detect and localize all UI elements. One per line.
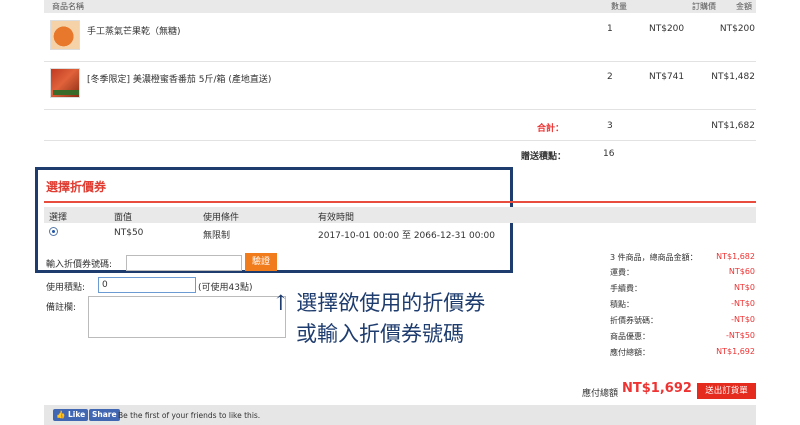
total-label: 合計：: [537, 124, 565, 134]
summary-label-shipping: 運費：: [610, 268, 634, 277]
summary-value-payable: NT$1,692: [716, 347, 755, 356]
coupon-section-title: 選擇折價券: [46, 180, 107, 194]
coupon-header-condition: 使用條件: [203, 213, 240, 223]
coupon-condition: 無限制: [203, 231, 231, 241]
facebook-like-label: Like: [67, 410, 86, 419]
coupon-header-select: 選擇: [49, 213, 68, 223]
product-amount-1: NT$200: [719, 24, 755, 34]
summary-value-points: -NT$0: [731, 299, 755, 308]
use-points-label: 使用積點:: [46, 283, 86, 293]
facebook-like-text: Be the first of your friends to like thi…: [118, 411, 261, 420]
summary-value-discount: -NT$50: [725, 331, 755, 340]
product-amount-2: NT$1,482: [711, 72, 755, 82]
coupon-radio[interactable]: [49, 227, 58, 236]
summary-value-items: NT$1,682: [716, 252, 755, 261]
product-name-2[interactable]: [冬季限定] 美濃橙蜜香番茄 5斤/箱 (產地直送): [87, 72, 271, 85]
facebook-like-button[interactable]: 👍 Like: [53, 409, 89, 421]
bonus-points-value: 16: [603, 149, 615, 159]
facebook-share-button[interactable]: Share: [89, 409, 120, 421]
summary-label-discount: 商品優惠：: [610, 332, 650, 341]
product-thumbnail-tomato[interactable]: [50, 68, 80, 98]
product-table-header: 商品名稱 數量 訂購價 金額: [44, 0, 756, 13]
product-thumbnail-mango[interactable]: [50, 20, 80, 50]
row-divider: [44, 61, 756, 62]
header-amount: 金額: [736, 2, 752, 11]
product-qty-1: 1: [607, 24, 613, 34]
summary-label-payable: 應付總額：: [610, 348, 650, 357]
submit-order-button[interactable]: 送出訂貨單: [697, 383, 756, 399]
product-name-1[interactable]: 手工蒸氣芒果乾（無糖): [87, 24, 181, 37]
header-name: 商品名稱: [52, 2, 84, 11]
coupon-value: NT$50: [114, 228, 144, 238]
total-qty: 3: [607, 121, 613, 131]
thumbs-up-icon: 👍: [56, 410, 66, 419]
product-qty-2: 2: [607, 72, 613, 82]
coupon-header-period: 有效時間: [318, 213, 355, 223]
grand-total-value: NT$1,692: [622, 381, 692, 396]
summary-label-fee: 手續費：: [610, 284, 642, 293]
coupon-code-label: 輸入折價券號碼:: [46, 260, 113, 270]
facebook-like-bar: 👍 Like Share Be the first of your friend…: [44, 405, 756, 425]
verify-button[interactable]: 驗證: [245, 253, 277, 271]
memo-label: 備註欄:: [46, 303, 77, 313]
summary-value-coupon: -NT$0: [731, 315, 755, 324]
bonus-points-label: 贈送積點：: [521, 152, 567, 162]
row-divider: [44, 109, 756, 110]
coupon-period: 2017-10-01 00:00 至 2066-12-31 00:00: [318, 231, 495, 241]
use-points-input[interactable]: [98, 277, 196, 293]
memo-textarea[interactable]: [88, 296, 286, 338]
summary-value-shipping: NT$60: [728, 267, 755, 276]
coupon-table-header: 選擇 面值 使用條件 有效時間: [44, 207, 756, 223]
summary-value-fee: NT$0: [733, 283, 755, 292]
annotation-line-2: 或輸入折價券號碼: [296, 322, 464, 346]
product-price-1: NT$200: [649, 24, 685, 34]
row-divider: [44, 140, 756, 141]
summary-label-items: 3 件商品，總商品金額：: [610, 253, 698, 262]
summary-label-points: 積點：: [610, 300, 634, 309]
coupon-code-input[interactable]: [126, 255, 242, 271]
header-price: 訂購價: [692, 2, 716, 11]
header-qty: 數量: [611, 2, 627, 11]
annotation-line-1: ↑ 選擇欲使用的折價券: [272, 291, 486, 315]
grand-total-label: 應付總額: [582, 389, 619, 399]
product-price-2: NT$741: [649, 72, 685, 82]
total-amount: NT$1,682: [711, 121, 755, 131]
coupon-divider: [44, 201, 756, 203]
use-points-hint: (可使用43點): [198, 283, 253, 293]
coupon-header-value: 面值: [114, 213, 133, 223]
summary-label-coupon: 折價券號碼：: [610, 316, 658, 325]
